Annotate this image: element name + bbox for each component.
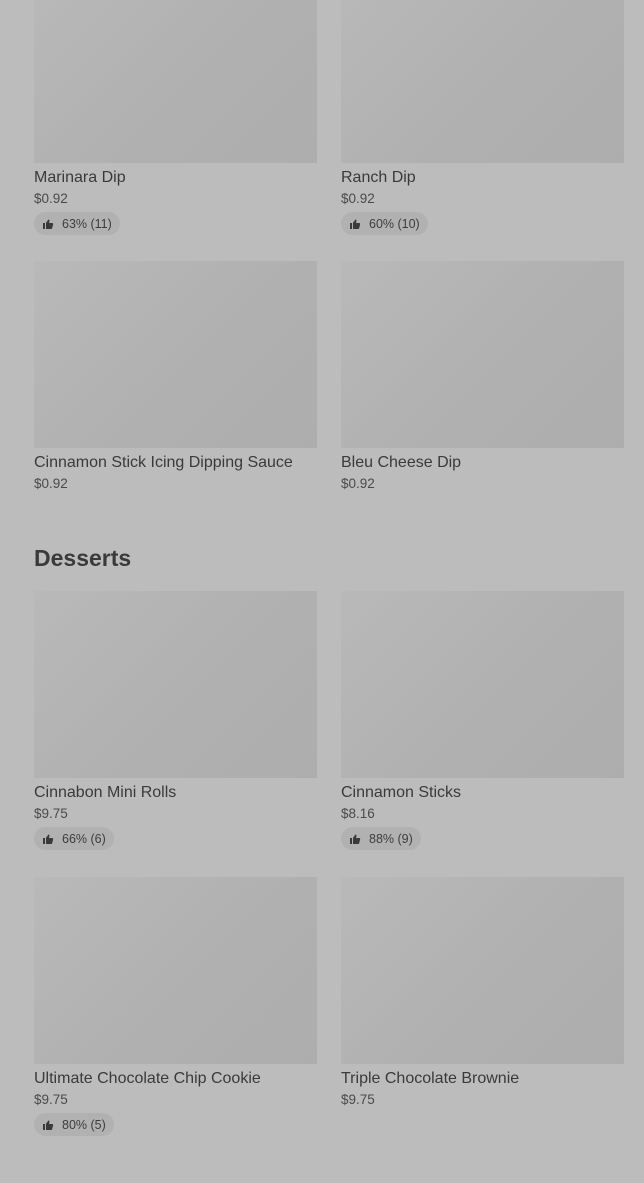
menu-item-card[interactable]: Cinnamon Sticks $8.16 88% (9)	[341, 591, 624, 850]
menu-item-name: Triple Chocolate Brownie	[341, 1070, 520, 1087]
menu-item-name: Cinnabon Mini Rolls	[34, 784, 177, 801]
thumbs-up-icon	[43, 834, 54, 844]
menu-item-price: $8.16	[341, 806, 375, 821]
menu-item-image	[341, 0, 624, 163]
menu-item-card[interactable]: Bleu Cheese Dip $0.92	[341, 261, 624, 492]
menu-item-card[interactable]: Ultimate Chocolate Chip Cookie $9.75 80%…	[34, 877, 317, 1136]
thumbs-up-icon	[43, 219, 54, 229]
menu-item-price: $0.92	[34, 476, 68, 491]
menu-item-price: $9.75	[34, 806, 68, 821]
menu-item-image	[341, 591, 624, 778]
menu-item-card[interactable]: Ranch Dip $0.92 60% (10)	[341, 0, 624, 235]
menu-item-image	[34, 877, 317, 1064]
rating-text: 66% (6)	[62, 831, 106, 846]
menu-item-image	[34, 591, 317, 778]
menu-item-card[interactable]: Marinara Dip $0.92 63% (11)	[34, 0, 317, 235]
menu-item-name: Marinara Dip	[34, 169, 126, 186]
menu-item-card[interactable]: Triple Chocolate Brownie $9.75	[341, 877, 624, 1108]
rating-text: 60% (10)	[369, 216, 420, 231]
thumbs-up-icon	[350, 834, 361, 844]
menu-item-price: $9.75	[34, 1092, 68, 1107]
menu-item-name: Ranch Dip	[341, 169, 416, 186]
menu-item-name: Bleu Cheese Dip	[341, 454, 462, 471]
menu-item-name: Cinnamon Sticks	[341, 784, 462, 801]
menu-item-price: $9.75	[341, 1092, 375, 1107]
thumbs-up-icon	[350, 219, 361, 229]
menu-item-card[interactable]: Cinnabon Mini Rolls $9.75 66% (6)	[34, 591, 317, 850]
menu-item-card[interactable]: Cinnamon Stick Icing Dipping Sauce $0.92	[34, 261, 317, 492]
menu-item-image	[341, 877, 624, 1064]
rating-text: 80% (5)	[62, 1117, 106, 1132]
rating-badge: 80% (5)	[34, 1113, 114, 1136]
menu-item-name: Ultimate Chocolate Chip Cookie	[34, 1070, 261, 1087]
rating-badge: 60% (10)	[341, 212, 428, 235]
rating-text: 63% (11)	[62, 216, 112, 231]
rating-badge: 63% (11)	[34, 212, 120, 235]
menu-item-image	[341, 261, 624, 448]
rating-text: 88% (9)	[369, 831, 413, 846]
menu-item-image	[34, 261, 317, 448]
section-title-desserts: Desserts	[34, 545, 132, 571]
rating-badge: 88% (9)	[341, 827, 421, 850]
menu-item-price: $0.92	[341, 476, 375, 491]
rating-badge: 66% (6)	[34, 827, 114, 850]
menu-item-image	[34, 0, 317, 163]
menu-item-price: $0.92	[341, 191, 375, 206]
menu-item-price: $0.92	[34, 191, 68, 206]
menu-item-name: Cinnamon Stick Icing Dipping Sauce	[34, 454, 293, 471]
thumbs-up-icon	[43, 1120, 54, 1130]
